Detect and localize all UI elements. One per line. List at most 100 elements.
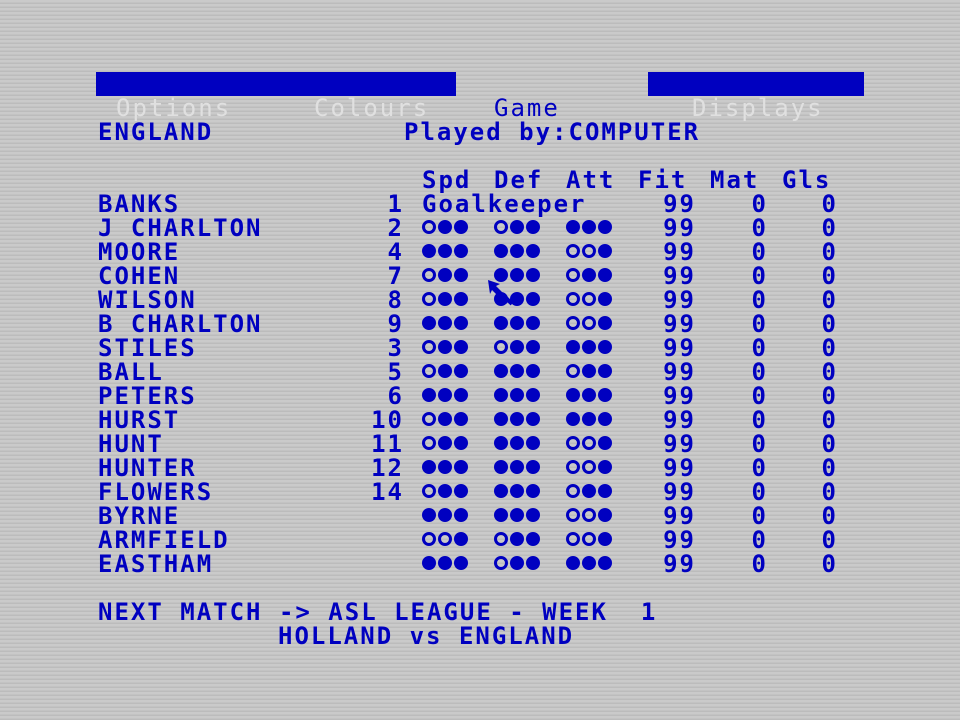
filled-dot-icon: [526, 244, 540, 258]
empty-dot-icon: [566, 316, 580, 330]
player-number: 4: [387, 238, 404, 266]
rating-def: [494, 316, 540, 332]
table-row[interactable]: HUNTER 12 99 0 0: [0, 456, 960, 480]
rating-def: [494, 556, 540, 572]
player-number: 10: [371, 406, 404, 434]
filled-dot-icon: [510, 244, 524, 258]
player-fitness: 99: [663, 238, 696, 266]
filled-dot-icon: [526, 388, 540, 402]
table-row[interactable]: J CHARLTON 2 99 0 0: [0, 216, 960, 240]
filled-dot-icon: [438, 364, 452, 378]
rating-att: [566, 412, 612, 428]
filled-dot-icon: [510, 484, 524, 498]
filled-dot-icon: [582, 388, 596, 402]
filled-dot-icon: [510, 556, 524, 570]
empty-dot-icon: [566, 292, 580, 306]
player-number: 2: [387, 214, 404, 242]
filled-dot-icon: [454, 484, 468, 498]
player-goals: 0: [821, 334, 838, 362]
table-row[interactable]: BALL 5 99 0 0: [0, 360, 960, 384]
filled-dot-icon: [582, 412, 596, 426]
player-matches: 0: [751, 358, 768, 386]
table-row[interactable]: HURST 10 99 0 0: [0, 408, 960, 432]
table-row[interactable]: MOORE 4 99 0 0: [0, 240, 960, 264]
table-row[interactable]: EASTHAM 99 0 0: [0, 552, 960, 576]
filled-dot-icon: [454, 436, 468, 450]
rating-spd: [422, 532, 468, 548]
menu-displays[interactable]: Displays: [648, 72, 864, 120]
table-row[interactable]: B CHARLTON 9 99 0 0: [0, 312, 960, 336]
filled-dot-icon: [454, 556, 468, 570]
menu-game[interactable]: Game: [456, 72, 648, 120]
filled-dot-icon: [438, 244, 452, 258]
filled-dot-icon: [582, 364, 596, 378]
filled-dot-icon: [598, 556, 612, 570]
col-att: Att: [566, 166, 616, 194]
filled-dot-icon: [494, 364, 508, 378]
col-def: Def: [494, 166, 544, 194]
player-role: Goalkeeper: [422, 190, 587, 218]
player-name: B CHARLTON: [98, 310, 263, 338]
menu-colours[interactable]: Colours: [296, 72, 456, 120]
filled-dot-icon: [454, 508, 468, 522]
table-row[interactable]: ARMFIELD 99 0 0: [0, 528, 960, 552]
table-row[interactable]: WILSON 8 99 0 0: [0, 288, 960, 312]
filled-dot-icon: [454, 220, 468, 234]
rating-spd: [422, 508, 468, 524]
filled-dot-icon: [598, 220, 612, 234]
player-fitness: 99: [663, 310, 696, 338]
table-row[interactable]: HUNT 11 99 0 0: [0, 432, 960, 456]
empty-dot-icon: [566, 268, 580, 282]
rating-def: [494, 244, 540, 260]
rating-att: [566, 292, 612, 308]
player-goals: 0: [821, 454, 838, 482]
next-match-line: NEXT MATCH -> ASL LEAGUE - WEEK 1: [98, 598, 658, 626]
empty-dot-icon: [422, 292, 436, 306]
filled-dot-icon: [494, 508, 508, 522]
player-number: 6: [387, 382, 404, 410]
rating-spd: [422, 460, 468, 476]
next-match-fixture: HOLLAND vs ENGLAND: [278, 622, 575, 650]
filled-dot-icon: [454, 460, 468, 474]
filled-dot-icon: [438, 340, 452, 354]
filled-dot-icon: [454, 364, 468, 378]
menu-displays-label: Displays: [692, 94, 824, 122]
table-row[interactable]: BYRNE 99 0 0: [0, 504, 960, 528]
player-goals: 0: [821, 286, 838, 314]
menu-colours-label: Colours: [314, 94, 430, 122]
filled-dot-icon: [494, 316, 508, 330]
filled-dot-icon: [454, 244, 468, 258]
filled-dot-icon: [510, 316, 524, 330]
player-goals: 0: [821, 478, 838, 506]
filled-dot-icon: [526, 436, 540, 450]
filled-dot-icon: [526, 220, 540, 234]
filled-dot-icon: [582, 484, 596, 498]
table-row[interactable]: STILES 3 99 0 0: [0, 336, 960, 360]
table-row[interactable]: BANKS 1 Goalkeeper 99 0 0: [0, 192, 960, 216]
empty-dot-icon: [582, 532, 596, 546]
player-fitness: 99: [663, 406, 696, 434]
filled-dot-icon: [438, 412, 452, 426]
filled-dot-icon: [494, 412, 508, 426]
empty-dot-icon: [582, 460, 596, 474]
player-number: 7: [387, 262, 404, 290]
empty-dot-icon: [566, 508, 580, 522]
player-goals: 0: [821, 262, 838, 290]
table-row[interactable]: PETERS 6 99 0 0: [0, 384, 960, 408]
player-number: 11: [371, 430, 404, 458]
filled-dot-icon: [526, 556, 540, 570]
col-fit: Fit: [638, 166, 688, 194]
player-matches: 0: [751, 334, 768, 362]
player-matches: 0: [751, 286, 768, 314]
menu-options[interactable]: Options: [96, 72, 296, 120]
rating-spd: [422, 436, 468, 452]
filled-dot-icon: [494, 436, 508, 450]
filled-dot-icon: [526, 532, 540, 546]
player-matches: 0: [751, 478, 768, 506]
empty-dot-icon: [566, 244, 580, 258]
player-fitness: 99: [663, 286, 696, 314]
table-row[interactable]: COHEN 7 99 0 0: [0, 264, 960, 288]
player-fitness: 99: [663, 358, 696, 386]
col-spd: Spd: [422, 166, 472, 194]
table-row[interactable]: FLOWERS 14 99 0 0: [0, 480, 960, 504]
